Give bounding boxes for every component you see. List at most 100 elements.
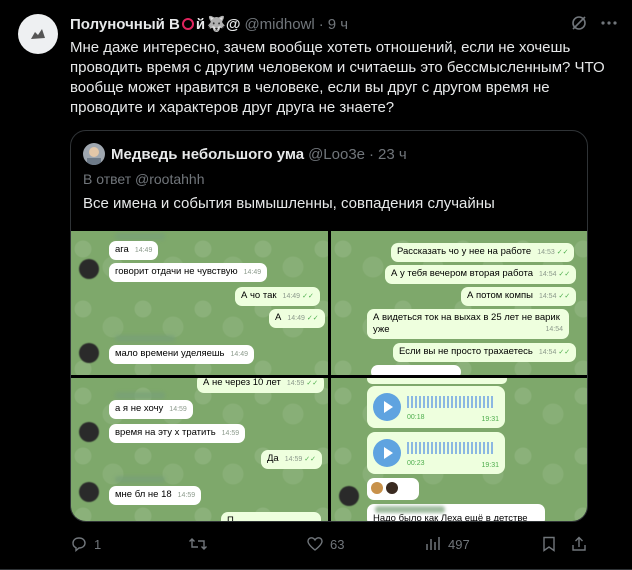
- message-time: 14:49: [243, 269, 262, 276]
- user-avatar: [79, 482, 99, 502]
- message-text: время на эту х тратить: [115, 427, 216, 438]
- message-time: 14:59: [284, 456, 303, 463]
- author-name[interactable]: Полуночный В: [70, 16, 180, 33]
- quote-avatar[interactable]: [83, 143, 105, 165]
- user-avatar: [339, 486, 359, 506]
- voice-message[interactable]: 00:23 19:31: [367, 432, 505, 474]
- read-check-icon: ✓✓: [302, 293, 314, 300]
- message-text: А не через 10 лет: [203, 378, 281, 388]
- author-emoji: 🐺@: [207, 16, 241, 33]
- share-button[interactable]: [570, 535, 588, 553]
- message-time: 14:49: [282, 293, 301, 300]
- message-text: ага: [115, 244, 129, 255]
- separator-dot: ·: [318, 15, 324, 33]
- user-avatar: [79, 422, 99, 442]
- message-time: 14:59: [221, 430, 240, 437]
- read-check-icon: ✓✓: [556, 249, 569, 256]
- voice-duration: 00:23: [407, 460, 425, 467]
- message-text: мне бл не 18: [115, 489, 172, 500]
- like-button[interactable]: 63: [306, 535, 344, 553]
- chat-message-out: А чо так 14:49 ✓✓: [235, 287, 320, 306]
- read-check-icon: ✓✓: [304, 456, 316, 463]
- views-count: 497: [448, 536, 470, 552]
- read-check-icon: ✓✓: [558, 293, 571, 300]
- quote-author-name[interactable]: Медведь небольшого ума: [111, 146, 304, 163]
- chat-message: время на эту х тратить 14:59: [109, 424, 246, 443]
- grok-icon[interactable]: [570, 14, 588, 37]
- chat-message-out: Если вы не просто трахаетесь 14:54 ✓✓: [393, 343, 577, 362]
- quote-time[interactable]: 23 ч: [378, 146, 407, 163]
- message-time: 14:54: [538, 293, 557, 300]
- chat-message: а я не хочу 14:59: [109, 400, 193, 419]
- message-time: 19:31: [481, 416, 499, 423]
- message-time: 14:59: [286, 380, 305, 387]
- blurred-name: [115, 335, 175, 342]
- blurred-name: [115, 476, 165, 483]
- reply-icon: [72, 537, 86, 552]
- chat-message-out: А видеться ток на выхах в 25 лет не вари…: [367, 309, 569, 339]
- tweet-time[interactable]: 9 ч: [328, 16, 348, 33]
- chat-screenshot-3[interactable]: А не через 10 лет 14:59 ✓✓ а я не хочу 14:5…: [71, 378, 328, 521]
- blurred-name: [375, 506, 445, 513]
- chat-message: говорит отдачи не чувствую 14:49: [109, 263, 268, 282]
- author-name-tail[interactable]: й: [196, 16, 205, 33]
- tweet-text: Мне даже интересно, зачем вообще хотеть …: [70, 39, 605, 116]
- message-time: 14:54: [545, 326, 563, 333]
- chat-message-out: П: [221, 512, 321, 521]
- circle-emoji-icon: [181, 18, 194, 30]
- message-time: 14:49: [287, 315, 305, 322]
- message-text: А потом компы: [467, 290, 533, 301]
- message-text: Да: [267, 453, 279, 464]
- quoted-tweet[interactable]: Медведь небольшого ума @Loo3e · 23 ч В о…: [70, 130, 588, 522]
- message-text: а я не хочу: [115, 403, 164, 414]
- read-check-icon: ✓✓: [306, 380, 319, 387]
- chat-screenshot-2[interactable]: Рассказать чо у нее на работе 14:53 ✓✓ А у…: [331, 231, 587, 375]
- reaction-avatar: [385, 482, 398, 494]
- share-icon: [572, 536, 586, 551]
- message-text: Если вы не просто трахаетесь: [399, 346, 533, 357]
- reply-count: 1: [94, 536, 102, 552]
- retweet-button[interactable]: [188, 535, 214, 553]
- waveform: [407, 396, 495, 408]
- message-text: Надо было как Леха ещё в детстве: [373, 513, 528, 522]
- more-icon[interactable]: [600, 14, 618, 37]
- message-time: 14:54: [538, 349, 557, 356]
- media-grid[interactable]: ага 14:49 говорит отдачи не чувствую 14:49…: [71, 231, 587, 522]
- voice-duration: 00:18: [407, 414, 425, 421]
- message-time: 14:49: [230, 351, 249, 358]
- blurred-name: [115, 392, 165, 399]
- author-avatar[interactable]: [18, 14, 58, 54]
- reaction-avatar: [371, 482, 383, 494]
- play-icon[interactable]: [373, 393, 401, 421]
- wolf-avatar-icon: [31, 29, 45, 39]
- message-text: А: [275, 312, 282, 323]
- tweet-actions: 1 63 497: [70, 534, 590, 554]
- message-text: А чо так: [241, 290, 277, 301]
- bookmark-button[interactable]: [540, 535, 558, 553]
- quote-handle[interactable]: @Loo3e: [308, 146, 365, 163]
- message-text: А у тебя вечером вторая работа: [391, 268, 534, 279]
- blurred-name: [115, 233, 165, 240]
- message-text: говорит отдачи не чувствую: [115, 266, 238, 277]
- tweet[interactable]: Полуночный В й 🐺@ @midhowl · 9 ч Мне даж…: [0, 0, 632, 570]
- message-text: мало времени уделяешь: [115, 348, 225, 359]
- user-avatar: [79, 259, 99, 279]
- message-time: 14:53: [537, 249, 555, 256]
- message-time: 14:49: [134, 247, 153, 254]
- chat-screenshot-4[interactable]: 00:18 19:31 00:23 19:31 Надо было как Ле…: [331, 378, 587, 522]
- chat-message-blurred: [371, 365, 461, 375]
- chat-message-out: А не через 10 лет 14:59 ✓✓: [197, 378, 325, 393]
- chat-screenshot-1[interactable]: ага 14:49 говорит отдачи не чувствую 14:49…: [71, 231, 328, 375]
- chat-message: мне бл не 18 14:59: [109, 486, 202, 505]
- heart-icon: [307, 537, 323, 551]
- chat-message: ага 14:49: [109, 241, 159, 260]
- reply-button[interactable]: 1: [70, 535, 101, 553]
- voice-message[interactable]: 00:18 19:31: [367, 386, 505, 428]
- views-button[interactable]: 497: [424, 535, 470, 553]
- quote-separator: ·: [369, 145, 375, 163]
- user-avatar: [79, 343, 99, 363]
- quote-reply-to: В ответ @rootahhh: [83, 171, 205, 187]
- author-handle[interactable]: @midhowl: [244, 16, 314, 33]
- message-time: 14:59: [177, 492, 196, 499]
- play-icon[interactable]: [373, 439, 401, 467]
